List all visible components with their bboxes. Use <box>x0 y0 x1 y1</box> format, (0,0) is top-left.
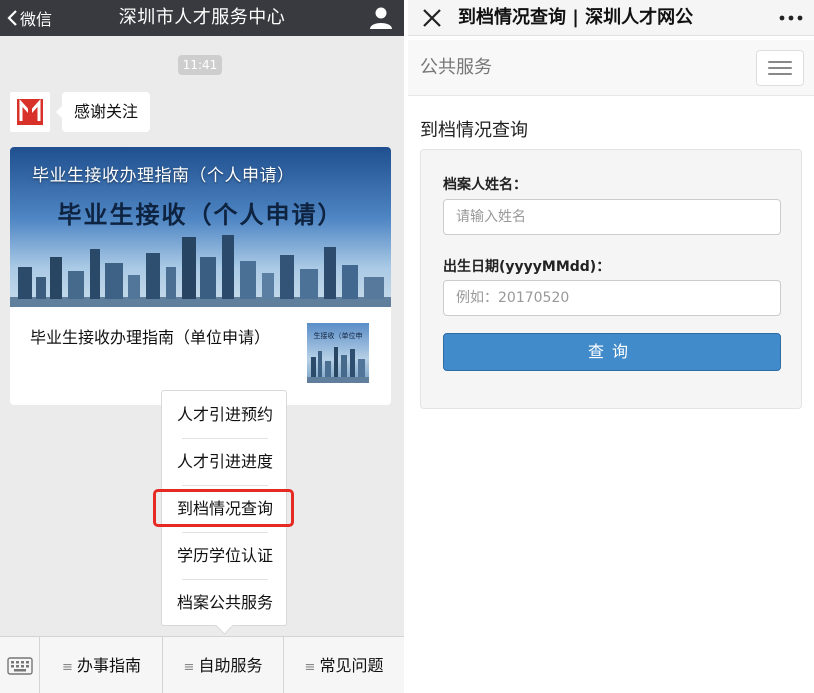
back-button[interactable]: 微信 <box>6 4 52 32</box>
keyboard-icon <box>6 656 33 675</box>
news-item-title: 毕业生接收办理指南（单位申请） <box>30 328 271 347</box>
menu-item-file-arrival-query[interactable]: 到档情况查询 <box>162 486 288 532</box>
close-icon[interactable] <box>418 4 446 32</box>
hamburger-menu-button[interactable] <box>756 50 804 86</box>
bottom-tab-service-guide[interactable]: ≡ 办事指南 <box>41 637 163 693</box>
birthdate-input[interactable] <box>443 280 781 316</box>
person-icon[interactable] <box>368 5 394 31</box>
menu-item-archive-public-service[interactable]: 档案公共服务 <box>162 580 288 626</box>
bottom-tab-label: 常见问题 <box>319 656 384 675</box>
query-form-panel: 档案人姓名： 出生日期(yyyyMMdd)： 查询 <box>420 149 802 409</box>
menu-lines-icon: ≡ <box>183 660 195 675</box>
menu-item-degree-certification[interactable]: 学历学位认证 <box>162 533 288 579</box>
birthdate-label: 出生日期(yyyyMMdd)： <box>443 259 611 275</box>
city-skyline-image <box>10 235 391 307</box>
back-label: 微信 <box>20 10 53 29</box>
message-bubble[interactable]: 感谢关注 <box>55 92 151 132</box>
page-title: 到档情况查询 <box>420 120 528 141</box>
bottom-tab-label: 办事指南 <box>76 656 141 675</box>
news-item-thumbnail: 生接收（单位申 <box>307 323 369 383</box>
self-service-popup-menu: 人才引进预约 人才引进进度 到档情况查询 学历学位认证 档案公共服务 <box>161 390 287 626</box>
site-navbar: 公共服务 <box>408 40 814 96</box>
chat-title: 深圳市人才服务中心 <box>118 7 286 28</box>
custom-menu-bar: ≡ 办事指南 ≡ 自助服务 ≡ 常见问题 <box>0 636 404 693</box>
menu-lines-icon: ≡ <box>304 660 316 675</box>
query-button[interactable]: 查询 <box>443 333 781 371</box>
name-input[interactable] <box>443 199 781 235</box>
webview-title: 到档情况查询 | 深圳人才网公 <box>458 7 694 28</box>
menu-item-talent-appointment[interactable]: 人才引进预约 <box>162 392 288 438</box>
bottom-tab-label: 自助服务 <box>198 656 263 675</box>
menu-item-talent-progress[interactable]: 人才引进进度 <box>162 439 288 485</box>
logo-icon <box>17 99 43 125</box>
wechat-chat-pane: 微信 深圳市人才服务中心 11:41 感谢关注 毕业生接收办理指南（个人申请） … <box>0 0 404 693</box>
news-card[interactable]: 毕业生接收办理指南（个人申请） 毕业生接收（个人申请） 毕业生接收办理指南（单位… <box>10 147 391 405</box>
wechat-top-bar: 微信 深圳市人才服务中心 <box>0 0 404 36</box>
message-time: 11:41 <box>178 55 222 75</box>
news-banner[interactable]: 毕业生接收办理指南（个人申请） 毕业生接收（个人申请） <box>10 147 391 307</box>
hamburger-icon <box>768 61 792 63</box>
chevron-left-icon <box>7 10 17 26</box>
menu-lines-icon: ≡ <box>62 660 73 675</box>
webview-top-bar: 到档情况查询 | 深圳人才网公 <box>408 0 814 36</box>
hamburger-icon-bar <box>768 67 792 69</box>
avatar[interactable] <box>10 92 50 132</box>
bottom-tab-faq[interactable]: ≡ 常见问题 <box>284 637 404 693</box>
news-banner-title: 毕业生接收办理指南（个人申请） <box>32 166 295 186</box>
web-page-pane: 到档情况查询 | 深圳人才网公 公共服务 到档情况查询 档案人姓名： 出生日期(… <box>408 0 814 693</box>
bottom-tab-self-service[interactable]: ≡ 自助服务 <box>163 637 284 693</box>
hamburger-icon-bar <box>768 73 792 75</box>
more-icon <box>779 15 803 21</box>
news-banner-subtitle: 毕业生接收（个人申请） <box>57 201 344 229</box>
keyboard-toggle-button[interactable] <box>0 637 40 693</box>
name-label: 档案人姓名： <box>443 177 527 193</box>
more-button[interactable] <box>776 6 806 30</box>
site-brand-link[interactable]: 公共服务 <box>420 40 492 96</box>
city-skyline-thumbnail <box>307 347 369 383</box>
